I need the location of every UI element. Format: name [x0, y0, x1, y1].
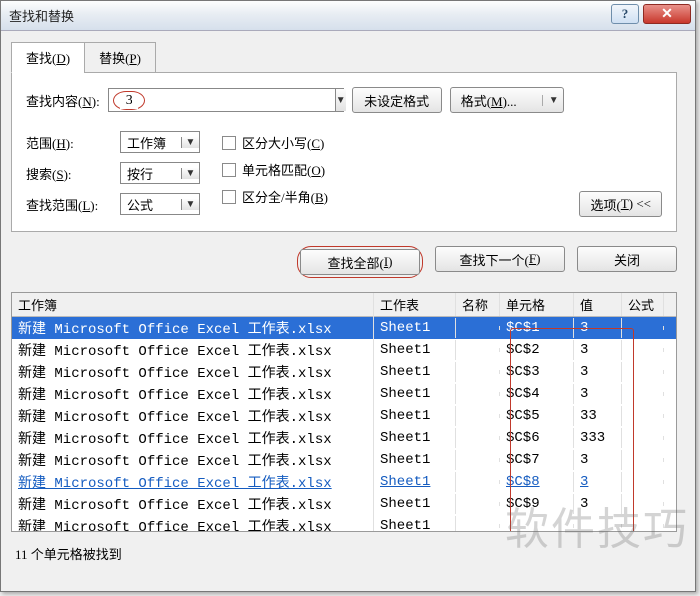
col-value[interactable]: 值 [574, 293, 622, 316]
find-what-label: 查找内容(N): [26, 91, 100, 110]
table-row[interactable]: 新建 Microsoft Office Excel 工作表.xlsxSheet1… [12, 449, 676, 471]
col-sheet[interactable]: 工作表 [374, 293, 456, 316]
col-formula[interactable]: 公式 [622, 293, 664, 316]
titlebar[interactable]: 查找和替换 ? ✕ [1, 1, 695, 31]
find-what-dropdown-icon[interactable]: ▼ [335, 89, 346, 111]
table-row[interactable]: 新建 Microsoft Office Excel 工作表.xlsxSheet1… [12, 493, 676, 515]
match-case-label: 区分大小写(C) [242, 133, 324, 152]
match-entire-checkbox[interactable] [222, 163, 236, 177]
lookin-select[interactable]: 公式 ▼ [120, 193, 200, 215]
find-what-combo[interactable]: ▼ [108, 88, 344, 112]
match-width-checkbox[interactable] [222, 190, 236, 204]
tab-replace-label: 替换(P) [99, 51, 141, 66]
table-row[interactable]: 新建 Microsoft Office Excel 工作表.xlsxSheet1… [12, 405, 676, 427]
tab-replace[interactable]: 替换(P) [84, 42, 156, 73]
tab-find[interactable]: 查找(D) [11, 42, 85, 73]
find-replace-dialog: 查找和替换 ? ✕ 查找(D) 替换(P) 查找内容(N): [0, 0, 696, 592]
find-what-input[interactable] [120, 93, 138, 109]
table-row[interactable]: 新建 Microsoft Office Excel 工作表.xlsxSheet1… [12, 339, 676, 361]
direction-label: 搜索(S): [26, 164, 112, 183]
dialog-title: 查找和替换 [9, 6, 74, 25]
col-name[interactable]: 名称 [456, 293, 500, 316]
direction-select[interactable]: 按行 ▼ [120, 162, 200, 184]
no-format-label: 未设定格式 [352, 87, 442, 113]
scope-select[interactable]: 工作簿 ▼ [120, 131, 200, 153]
col-cell[interactable]: 单元格 [500, 293, 574, 316]
results-header[interactable]: 工作簿 工作表 名称 单元格 值 公式 [12, 293, 676, 317]
format-dropdown-icon[interactable]: ▼ [542, 95, 559, 106]
lookin-label: 查找范围(L): [26, 195, 112, 214]
table-row[interactable]: 新建 Microsoft Office Excel 工作表.xlsxSheet1… [12, 317, 676, 339]
table-row[interactable]: 新建 Microsoft Office Excel 工作表.xlsxSheet1… [12, 383, 676, 405]
chevron-down-icon[interactable]: ▼ [181, 168, 199, 179]
table-row[interactable]: 新建 Microsoft Office Excel 工作表.xlsxSheet1 [12, 515, 676, 532]
match-case-checkbox[interactable] [222, 136, 236, 150]
match-entire-label: 单元格匹配(O) [242, 160, 325, 179]
scope-label: 范围(H): [26, 133, 112, 152]
table-row[interactable]: 新建 Microsoft Office Excel 工作表.xlsxSheet1… [12, 427, 676, 449]
tab-find-label: 查找(D) [26, 51, 70, 66]
table-row[interactable]: 新建 Microsoft Office Excel 工作表.xlsxSheet1… [12, 471, 676, 493]
table-row[interactable]: 新建 Microsoft Office Excel 工作表.xlsxSheet1… [12, 361, 676, 383]
find-next-button[interactable]: 查找下一个(F) [435, 246, 565, 272]
window-close-button[interactable]: ✕ [643, 4, 691, 24]
help-button[interactable]: ? [611, 4, 639, 24]
col-workbook[interactable]: 工作簿 [12, 293, 374, 316]
find-panel: 查找内容(N): ▼ 未设定格式 格式(M)... ▼ 范围(H) [11, 72, 677, 232]
find-all-button[interactable]: 查找全部(I) [300, 249, 420, 275]
close-button[interactable]: 关闭 [577, 246, 677, 272]
status-bar: 11 个单元格被找到 [11, 538, 677, 569]
match-width-label: 区分全/半角(B) [242, 187, 328, 206]
chevron-down-icon[interactable]: ▼ [181, 199, 199, 210]
options-button[interactable]: 选项(T) << [579, 191, 662, 217]
results-table[interactable]: 工作簿 工作表 名称 单元格 值 公式 新建 Microsoft Office … [11, 292, 677, 532]
format-button[interactable]: 格式(M)... ▼ [450, 87, 564, 113]
chevron-down-icon[interactable]: ▼ [181, 137, 199, 148]
